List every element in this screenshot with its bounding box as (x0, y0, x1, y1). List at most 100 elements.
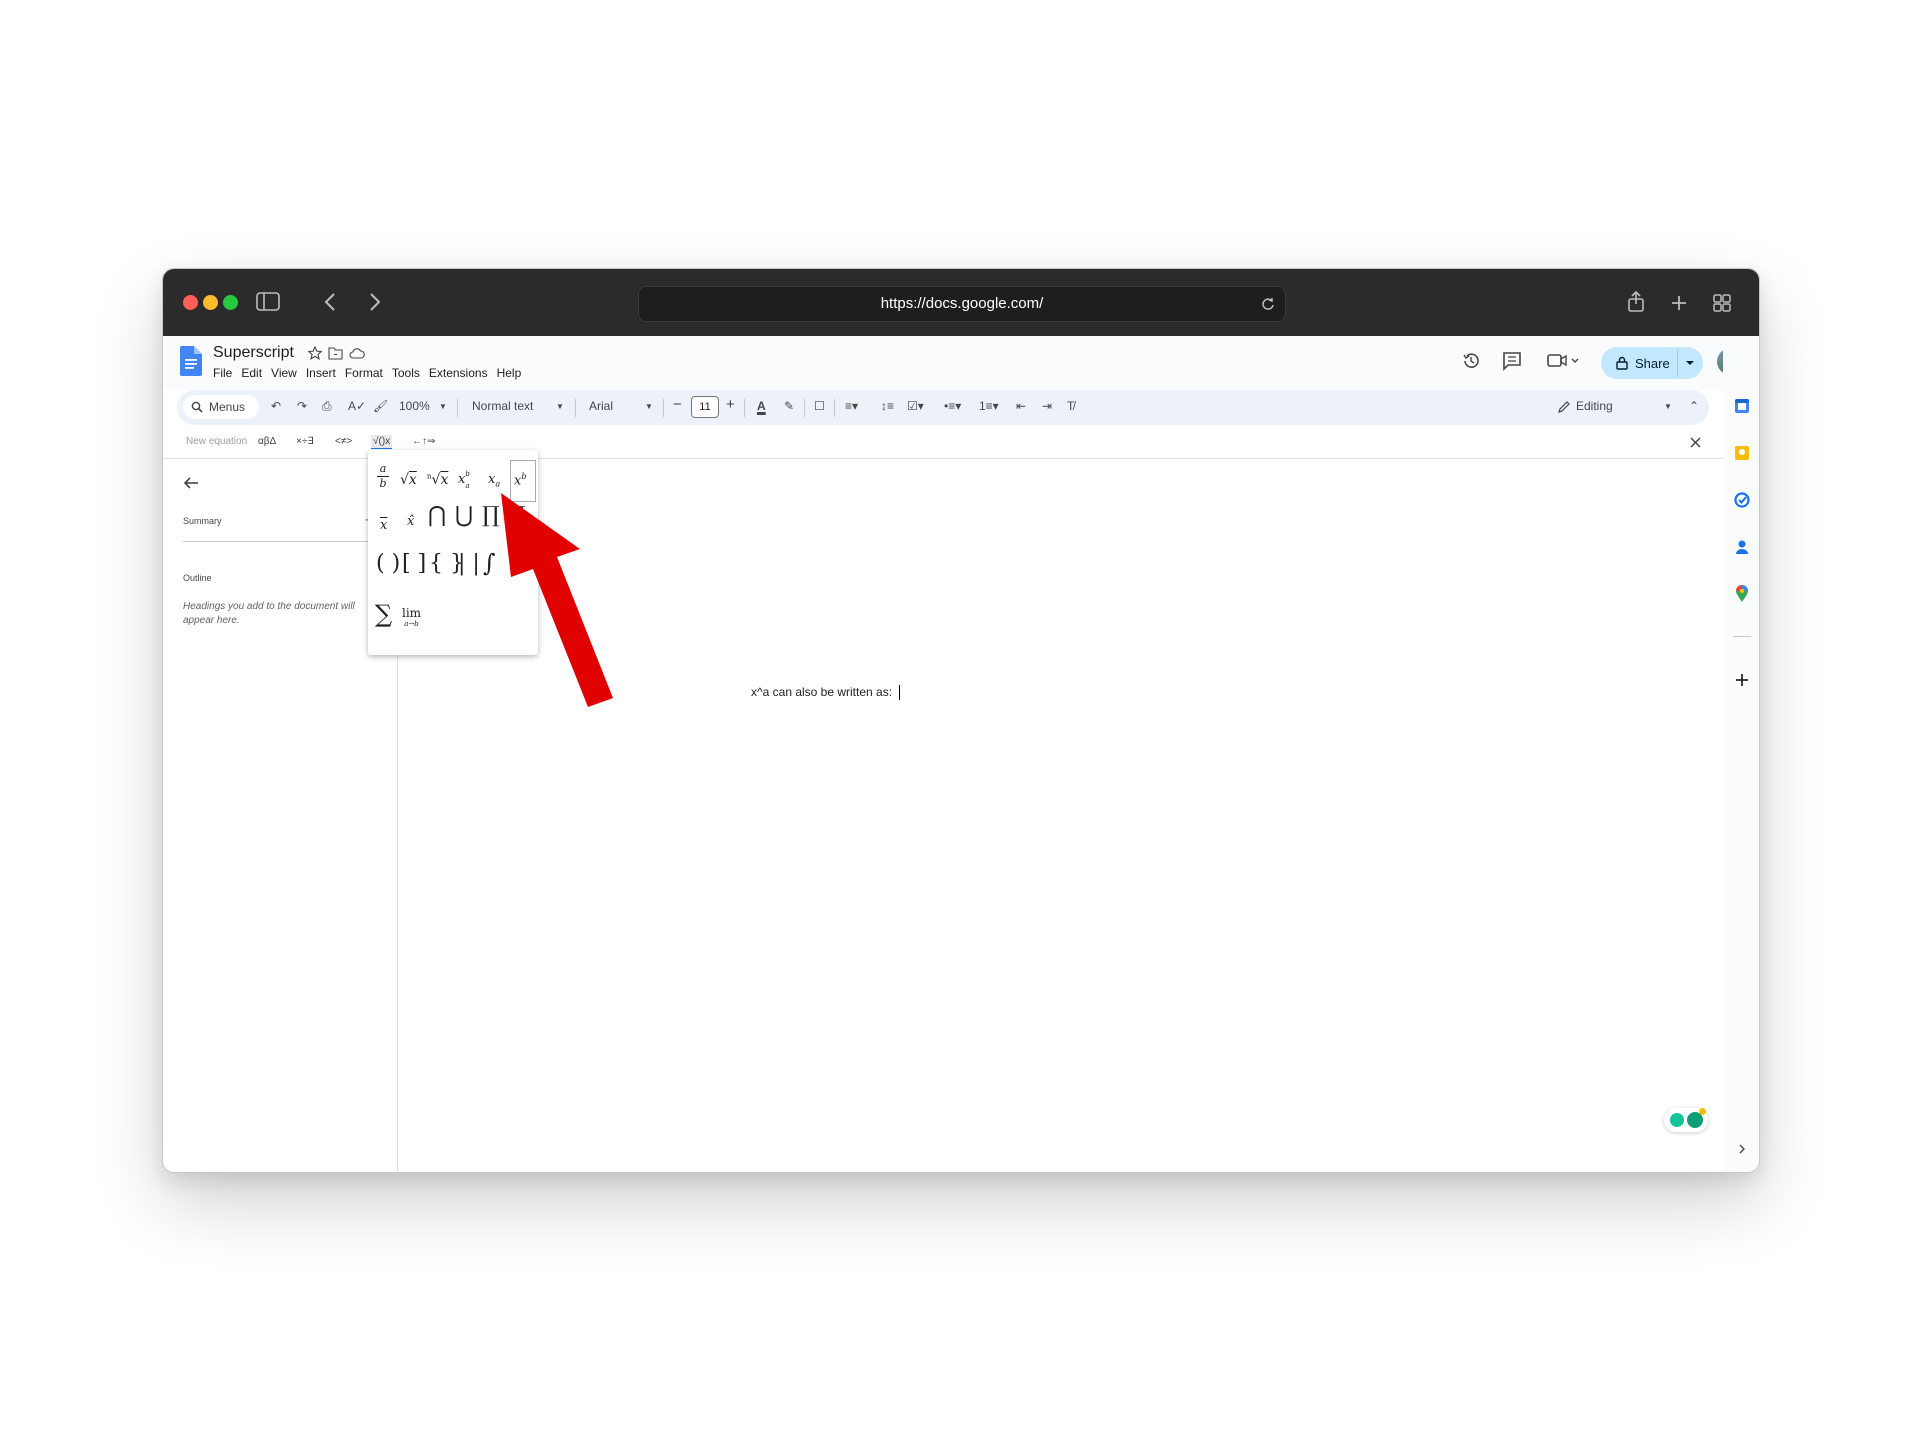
share-button[interactable]: Share (1601, 347, 1703, 379)
reload-icon[interactable] (1261, 297, 1275, 311)
toolbar-divider (575, 399, 576, 417)
checklist-icon[interactable]: ☑▾ (907, 399, 924, 413)
chevron-right-icon[interactable] (1738, 1144, 1746, 1154)
bullet-list-icon[interactable]: •≡▾ (944, 399, 961, 413)
redo-icon[interactable]: ↷ (297, 399, 307, 413)
symbol-absolute[interactable]: | | (458, 551, 480, 576)
symbol-sqrt[interactable]: √x (400, 472, 417, 488)
symbol-bar[interactable]: x (380, 518, 387, 533)
line-spacing-icon[interactable]: ↕≡ (881, 399, 894, 413)
menu-insert[interactable]: Insert (306, 366, 336, 380)
zoom-window-button[interactable] (223, 295, 238, 310)
menu-help[interactable]: Help (497, 366, 522, 380)
decrease-indent-icon[interactable]: ⇤ (1016, 399, 1026, 413)
menu-view[interactable]: View (271, 366, 297, 380)
sidebar-icon[interactable] (256, 292, 280, 312)
align-icon[interactable]: ≡▾ (845, 399, 858, 413)
chevron-down-icon: ▼ (556, 402, 564, 411)
paint-format-icon[interactable]: 🖌 (373, 399, 388, 413)
symbol-brackets[interactable]: [ ] (402, 551, 426, 576)
tab-overview-icon[interactable] (1713, 294, 1731, 312)
symbol-fraction[interactable]: ab (377, 463, 389, 490)
document-title[interactable]: Superscript (213, 344, 294, 362)
outline-divider (183, 541, 378, 542)
share-divider (1677, 349, 1678, 377)
symbol-big-union[interactable]: ⋃ (455, 502, 473, 530)
search-menus-label: Menus (209, 400, 246, 414)
outline-placeholder: Headings you add to the document will ap… (183, 601, 355, 626)
insert-comment-icon[interactable]: ☐ (814, 399, 825, 413)
relations-menu[interactable]: <≠> (335, 436, 352, 447)
close-icon[interactable] (1690, 437, 1701, 448)
new-tab-icon[interactable] (1670, 294, 1688, 312)
collapse-toolbar-icon[interactable]: ⌃ (1689, 399, 1699, 413)
menu-edit[interactable]: Edit (241, 366, 262, 380)
menu-extensions[interactable]: Extensions (429, 366, 488, 380)
plus-icon[interactable] (1735, 673, 1749, 687)
font-select[interactable]: Arial (589, 399, 613, 413)
spellcheck-icon[interactable]: A✓ (348, 399, 366, 413)
close-window-button[interactable] (183, 295, 198, 310)
calendar-icon[interactable] (1734, 398, 1750, 414)
greek-letters-menu[interactable]: αβΔ (258, 436, 276, 447)
editing-mode-select[interactable]: Editing (1576, 399, 1613, 413)
menu-tools[interactable]: Tools (392, 366, 420, 380)
meet-icon[interactable] (1547, 353, 1581, 369)
docs-logo-icon[interactable] (180, 346, 202, 376)
arrow-back-icon[interactable] (183, 476, 199, 490)
move-icon[interactable] (328, 346, 343, 360)
toolbar-divider (457, 399, 458, 417)
print-icon[interactable]: ⎙ (322, 399, 332, 414)
symbol-summation[interactable]: ∑ (375, 600, 392, 628)
symbol-nth-root[interactable]: n√x (427, 472, 448, 488)
address-bar[interactable]: https://docs.google.com/ (638, 286, 1286, 322)
symbol-superscript[interactable]: xb (514, 472, 526, 488)
math-operations-menu[interactable]: √()x (371, 435, 393, 449)
symbol-product[interactable]: ∏ (482, 502, 500, 530)
text-color-icon[interactable]: A (757, 399, 766, 413)
history-icon[interactable] (1461, 351, 1481, 371)
symbol-hat[interactable]: x̂ (407, 514, 414, 529)
back-icon[interactable] (324, 292, 336, 312)
symbol-integral[interactable]: ∫ (483, 549, 496, 577)
chevron-down-icon[interactable] (1685, 360, 1695, 366)
forward-icon[interactable] (369, 292, 381, 312)
symbol-subscript[interactable]: xa (488, 472, 500, 489)
increase-font-icon[interactable]: + (726, 396, 735, 413)
comment-icon[interactable] (1502, 351, 1522, 371)
arrows-menu[interactable]: ←↑⇒ (412, 436, 435, 447)
undo-icon[interactable]: ↶ (271, 399, 281, 413)
minimize-window-button[interactable] (203, 295, 218, 310)
docs-toolbar: Menus ↶ ↷ ⎙ A✓ 🖌 100% ▼ Normal text ▼ Ar… (177, 390, 1709, 425)
keep-icon[interactable] (1734, 445, 1750, 461)
search-menus-button[interactable]: Menus (183, 395, 259, 419)
font-size-input[interactable]: 11 (691, 396, 719, 418)
increase-indent-icon[interactable]: ⇥ (1042, 399, 1052, 413)
document-body-text[interactable]: x^a can also be written as: (751, 685, 901, 701)
toolbar-divider (834, 399, 835, 417)
star-icon[interactable] (308, 346, 322, 360)
symbol-limit[interactable]: lim a→b (402, 606, 421, 628)
chevron-down-icon: ▼ (1664, 402, 1672, 411)
browser-window: https://docs.google.com/ Superscript Fil… (162, 268, 1760, 1173)
grammarly-widget[interactable] (1664, 1108, 1708, 1132)
chevron-down-icon: ▼ (439, 402, 447, 411)
operators-menu[interactable]: ×÷∃ (296, 436, 314, 447)
decrease-font-icon[interactable]: − (673, 396, 682, 413)
clear-formatting-icon[interactable]: T̸ (1067, 399, 1074, 413)
symbol-parentheses[interactable]: ( ) (376, 551, 400, 576)
new-equation-button[interactable]: New equation (186, 436, 247, 447)
style-select[interactable]: Normal text (472, 399, 533, 413)
symbol-big-intersection[interactable]: ⋂ (428, 502, 446, 530)
symbol-sub-superscript[interactable]: xba (458, 470, 470, 490)
tasks-icon[interactable] (1734, 492, 1750, 508)
maps-icon[interactable] (1735, 585, 1749, 603)
menu-file[interactable]: File (213, 366, 232, 380)
highlight-icon[interactable]: ✎ (784, 399, 794, 413)
numbered-list-icon[interactable]: 1≡▾ (979, 399, 999, 413)
share-icon[interactable] (1627, 291, 1645, 313)
contacts-icon[interactable] (1734, 539, 1750, 555)
menu-format[interactable]: Format (345, 366, 383, 380)
cloud-icon[interactable] (349, 347, 365, 359)
zoom-select[interactable]: 100% (399, 399, 430, 413)
